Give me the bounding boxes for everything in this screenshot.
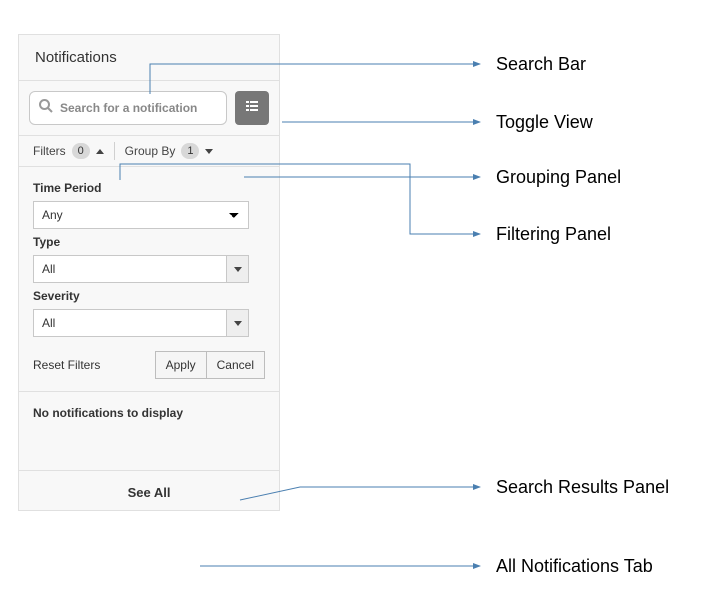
- apply-cancel-group: Apply Cancel: [155, 351, 265, 379]
- annotation-search-results: Search Results Panel: [496, 477, 669, 498]
- results-panel: No notifications to display: [19, 392, 279, 471]
- time-period-select[interactable]: Any: [33, 201, 249, 229]
- chevron-down-icon: [205, 149, 213, 154]
- type-select[interactable]: All: [33, 255, 249, 283]
- search-box[interactable]: [29, 91, 227, 125]
- see-all-label: See All: [128, 485, 171, 500]
- dropdown-icon: [226, 310, 248, 336]
- tab-divider: [114, 142, 115, 160]
- filter-body: Time Period Any Type All Severity All Re…: [19, 167, 279, 392]
- apply-button[interactable]: Apply: [155, 351, 207, 379]
- dropdown-icon: [226, 256, 248, 282]
- panel-header: Notifications: [19, 35, 279, 81]
- severity-label: Severity: [33, 289, 265, 303]
- chevron-up-icon: [96, 149, 104, 154]
- severity-select-value: All: [42, 316, 55, 330]
- annotation-grouping-panel: Grouping Panel: [496, 167, 621, 188]
- groupby-tab[interactable]: Group By 1: [125, 143, 214, 159]
- empty-message: No notifications to display: [33, 406, 183, 420]
- annotation-toggle-view: Toggle View: [496, 112, 593, 133]
- search-input[interactable]: [60, 101, 218, 115]
- filters-tab-label: Filters: [33, 144, 66, 158]
- see-all-link[interactable]: See All: [19, 471, 279, 510]
- notifications-panel: Notifications Filters 0 Group By 1 Time: [18, 34, 280, 511]
- filters-count-badge: 0: [72, 143, 90, 159]
- filter-buttons-row: Reset Filters Apply Cancel: [33, 351, 265, 379]
- annotation-filtering-panel: Filtering Panel: [496, 224, 611, 245]
- filters-tab[interactable]: Filters 0: [33, 143, 104, 159]
- toggle-view-button[interactable]: [235, 91, 269, 125]
- annotation-search-bar: Search Bar: [496, 54, 586, 75]
- type-label: Type: [33, 235, 265, 249]
- severity-select[interactable]: All: [33, 309, 249, 337]
- type-select-value: All: [42, 262, 55, 276]
- search-icon: [38, 98, 54, 119]
- time-period-label: Time Period: [33, 181, 265, 195]
- tabs-row: Filters 0 Group By 1: [19, 136, 279, 167]
- reset-filters-link[interactable]: Reset Filters: [33, 358, 100, 372]
- groupby-count-badge: 1: [181, 143, 199, 159]
- annotation-all-notifications: All Notifications Tab: [496, 556, 653, 577]
- cancel-button[interactable]: Cancel: [207, 351, 265, 379]
- list-view-icon: [244, 98, 260, 119]
- groupby-tab-label: Group By: [125, 144, 176, 158]
- search-row: [19, 81, 279, 136]
- panel-title: Notifications: [35, 49, 117, 66]
